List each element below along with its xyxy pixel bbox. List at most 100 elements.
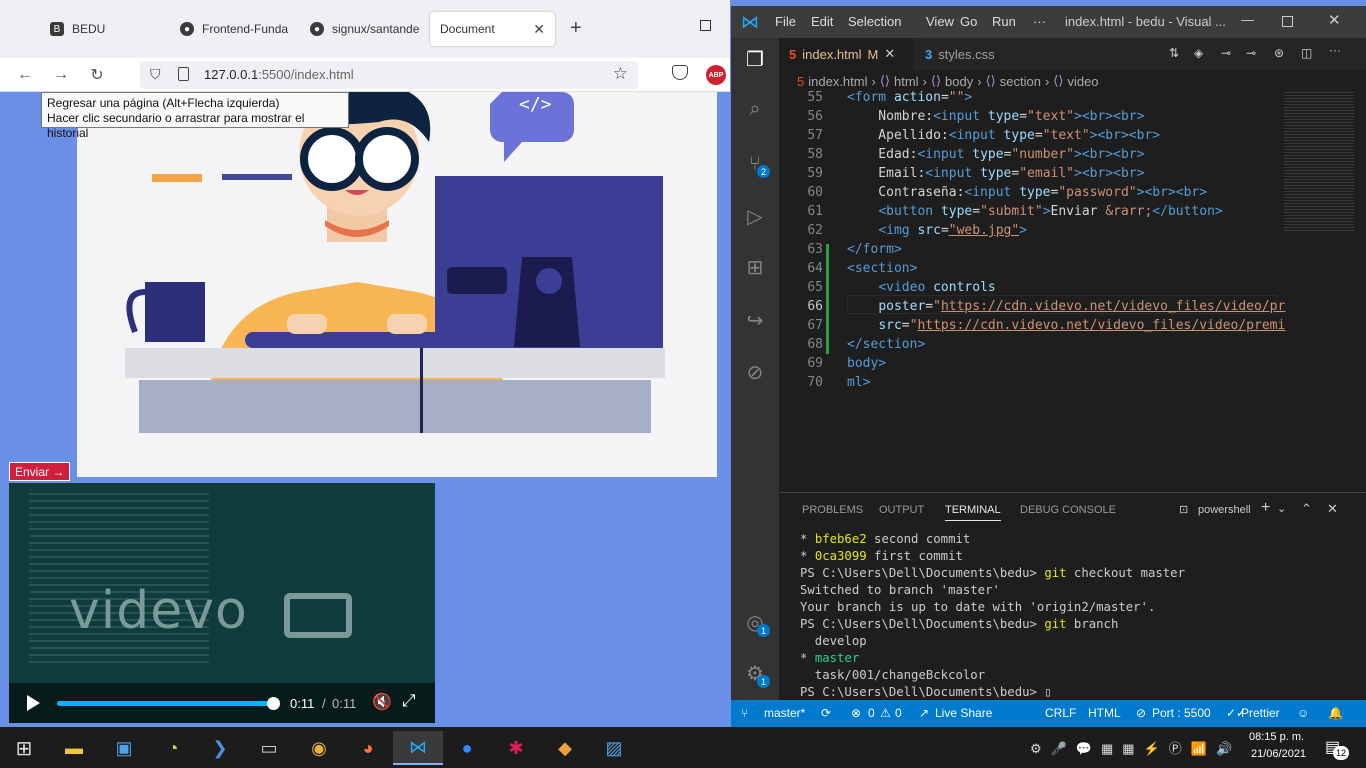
code-editor[interactable]: 55 <form action=""> 56 Nombre:<input type=…: [779, 90, 1366, 492]
breadcrumb-item[interactable]: video: [1067, 74, 1098, 89]
code-line[interactable]: <video controls: [847, 280, 995, 295]
maximize-panel-icon[interactable]: ⌃: [1301, 501, 1312, 517]
close-tab-icon[interactable]: ✕: [884, 46, 895, 62]
code-line[interactable]: Apellido:<input type="text"><br><br>: [847, 128, 1160, 143]
breadcrumb-item[interactable]: index.html: [808, 74, 867, 89]
slack-icon[interactable]: ✱: [496, 731, 536, 765]
terminal-output[interactable]: * bfeb6e2 second commit * 0ca3099 first …: [800, 531, 1185, 701]
code-line[interactable]: Edad:<input type="number"><br><br>: [847, 147, 1144, 162]
maximize-icon[interactable]: [700, 20, 711, 31]
close-panel-icon[interactable]: ✕: [1327, 501, 1338, 517]
page-info-icon[interactable]: [178, 67, 189, 81]
compare-changes-icon[interactable]: ⇅: [1169, 46, 1179, 60]
tab-problems[interactable]: PROBLEMS: [802, 504, 863, 516]
menu-view[interactable]: View: [926, 14, 954, 29]
more-actions-icon[interactable]: ···: [1329, 43, 1341, 57]
breadcrumb-item[interactable]: section: [1000, 74, 1041, 89]
bell-icon[interactable]: 🔔: [1328, 706, 1343, 720]
run-debug-icon[interactable]: ▷: [743, 204, 767, 228]
forward-arrow-icon[interactable]: →: [49, 63, 73, 87]
close-window-icon[interactable]: ✕: [1328, 11, 1341, 29]
clock-time[interactable]: 08:15 p. m.: [1249, 731, 1304, 743]
breadcrumb-item[interactable]: body: [945, 74, 973, 89]
split-editor-icon[interactable]: ◫: [1301, 46, 1312, 60]
next-change-icon[interactable]: ⊸: [1246, 46, 1256, 60]
firefox-icon[interactable]: ◕: [348, 731, 388, 765]
powershell-icon[interactable]: ❯: [200, 731, 240, 765]
feedback-icon[interactable]: ☺: [1297, 706, 1309, 720]
chevron-down-icon[interactable]: ⌄: [1277, 502, 1286, 515]
star-icon[interactable]: ☆: [613, 64, 628, 84]
reload-icon[interactable]: ↻: [85, 63, 109, 87]
git-branch-icon[interactable]: ⑂: [741, 706, 748, 720]
sync-icon[interactable]: ⟳: [821, 706, 831, 720]
menu-[interactable]: ···: [1033, 14, 1046, 29]
mute-icon[interactable]: 🔇: [372, 692, 392, 712]
vscode-icon[interactable]: ⋈: [393, 731, 443, 765]
eol[interactable]: CRLF: [1045, 706, 1076, 720]
menu-selection[interactable]: Selection: [848, 14, 901, 29]
live-share[interactable]: Live Share: [935, 706, 992, 720]
code-line[interactable]: Contraseña:<input type="password"><br><b…: [847, 185, 1207, 200]
tab-index-html[interactable]: 5 index.html M ✕: [779, 38, 913, 70]
code-line[interactable]: </form>: [847, 242, 902, 257]
video-progress-track[interactable]: [57, 697, 280, 710]
clock-date[interactable]: 21/06/2021: [1251, 748, 1306, 760]
prettier[interactable]: Prettier: [1241, 706, 1280, 720]
code-line[interactable]: ml>: [847, 375, 870, 390]
code-line[interactable]: <form action="">: [847, 90, 972, 105]
code-line[interactable]: <button type="submit">Enviar &rarr;</but…: [847, 204, 1222, 219]
error-icon[interactable]: ⊗: [851, 706, 861, 720]
tab-styles-css[interactable]: 3 styles.css: [915, 38, 1025, 70]
new-tab-button[interactable]: +: [570, 17, 582, 40]
tab-frontend[interactable]: ● Frontend-Funda: [170, 12, 298, 46]
code-line[interactable]: body>: [847, 356, 886, 371]
search-icon[interactable]: ⌕: [743, 97, 767, 121]
git-graph-icon[interactable]: ⊘: [743, 360, 767, 384]
code-line[interactable]: poster="https://cdn.videvo.net/videvo_fi…: [847, 299, 1285, 314]
new-terminal-icon[interactable]: +: [1261, 499, 1270, 517]
maximize-icon[interactable]: [1282, 16, 1293, 27]
windows-start-icon[interactable]: ⊞: [4, 731, 44, 765]
timeline-icon[interactable]: ⊛: [1274, 46, 1284, 60]
play-icon[interactable]: [27, 695, 40, 711]
back-arrow-icon[interactable]: ←: [13, 63, 37, 87]
menu-edit[interactable]: Edit: [811, 14, 833, 29]
tab-document[interactable]: Document ✕: [430, 12, 555, 46]
control-panel-icon[interactable]: ▣: [104, 731, 144, 765]
code-line[interactable]: Email:<input type="email"><br><br>: [847, 166, 1144, 181]
close-tab-icon[interactable]: ✕: [533, 21, 545, 38]
fullscreen-icon[interactable]: ⤢: [402, 691, 416, 711]
code-line[interactable]: <section>: [847, 261, 917, 276]
tab-output[interactable]: OUTPUT: [879, 504, 924, 516]
tab-terminal[interactable]: TERMINAL: [945, 504, 1001, 521]
code-line[interactable]: </section>: [847, 337, 925, 352]
adblock-icon[interactable]: ABP: [706, 65, 726, 85]
menu-go[interactable]: Go: [960, 14, 977, 29]
photos-icon[interactable]: ▨: [594, 731, 634, 765]
app-icon[interactable]: ◔: [153, 731, 193, 765]
file-explorer-icon[interactable]: ▬: [54, 731, 94, 765]
branch-name[interactable]: master*: [764, 706, 805, 720]
shell-name[interactable]: powershell: [1198, 504, 1251, 516]
warning-icon[interactable]: ⚠: [880, 706, 891, 720]
pocket-icon[interactable]: [672, 65, 688, 80]
explorer-icon[interactable]: ❐: [743, 47, 767, 71]
tray-icons[interactable]: ⚙🎤💬▦▦⚡Ⓟ📶🔊: [1030, 738, 1241, 757]
code-line[interactable]: <img src="web.jpg">: [847, 223, 1027, 238]
remote-icon[interactable]: ↪: [743, 308, 767, 332]
git-kraken-icon[interactable]: ◆: [545, 731, 585, 765]
tab-bedu[interactable]: B BEDU: [40, 12, 168, 46]
menu-run[interactable]: Run: [992, 14, 1016, 29]
live-server-port[interactable]: Port : 5500: [1152, 706, 1211, 720]
terminal-icon[interactable]: ▭: [249, 731, 289, 765]
tab-debug-console[interactable]: DEBUG CONSOLE: [1020, 504, 1116, 516]
minimize-icon[interactable]: —: [1241, 12, 1254, 27]
breadcrumb-item[interactable]: html: [894, 74, 919, 89]
menu-file[interactable]: File: [775, 14, 796, 29]
zoom-icon[interactable]: ●: [447, 731, 487, 765]
open-changes-icon[interactable]: ◈: [1194, 46, 1203, 60]
tab-signux[interactable]: ● signux/santande: [300, 12, 428, 46]
video-progress-thumb[interactable]: [267, 697, 280, 710]
url-bar[interactable]: ⛉ 127.0.0.1:5500/index.html ☆: [140, 61, 638, 89]
